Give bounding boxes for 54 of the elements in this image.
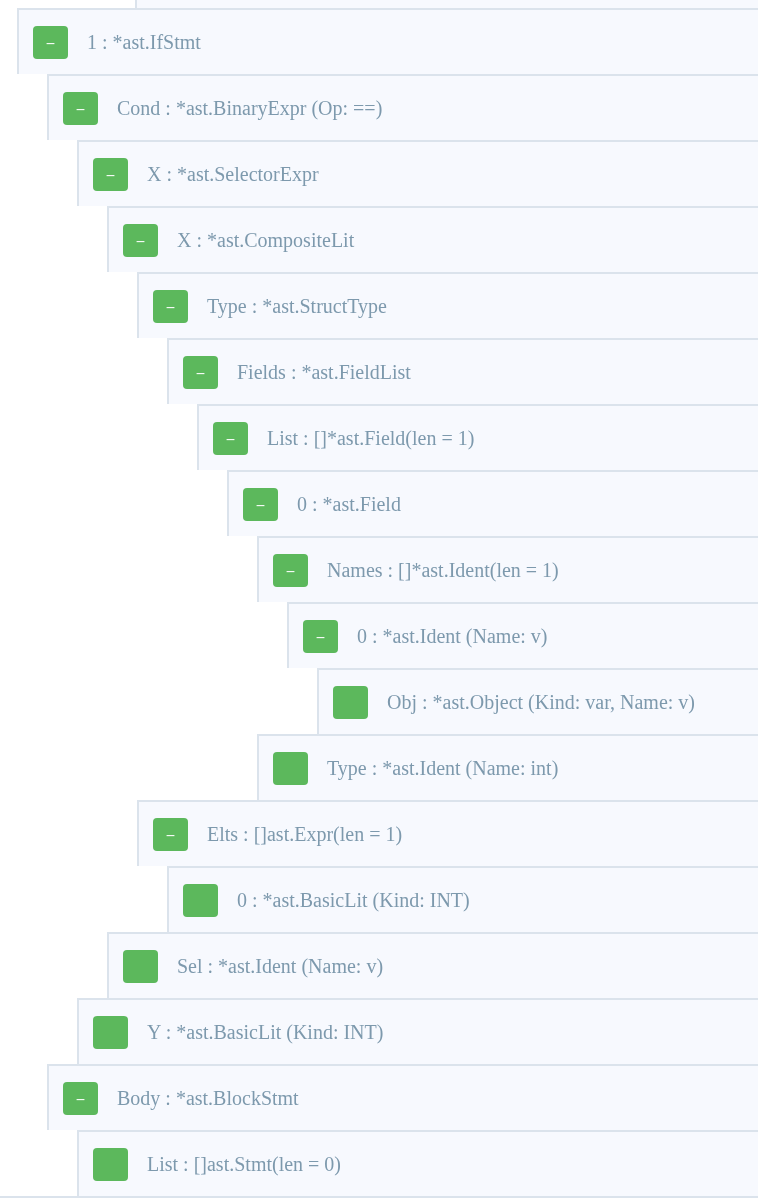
collapse-toggle[interactable]: – bbox=[93, 157, 128, 191]
leaf-marker[interactable] bbox=[273, 751, 308, 785]
tree-row[interactable]: – X : *ast.CompositeLit bbox=[107, 206, 758, 272]
tree-row[interactable]: Y : *ast.BasicLit (Kind: INT) bbox=[77, 998, 758, 1064]
node-label: List : []ast.Stmt(len = 0) bbox=[147, 1152, 342, 1178]
collapse-toggle[interactable]: – bbox=[123, 223, 158, 257]
tree-row[interactable]: – Elts : []ast.Expr(len = 1) bbox=[137, 800, 758, 866]
tree-row[interactable]: – 1 : *ast.IfStmt bbox=[17, 8, 758, 74]
node-label: 1 : *ast.IfStmt bbox=[87, 30, 201, 55]
tree-row[interactable]: – Cond : *ast.BinaryExpr (Op: ==) bbox=[47, 74, 758, 140]
tree-row[interactable]: – X : *ast.SelectorExpr bbox=[77, 140, 758, 206]
node-label: Names : []*ast.Ident(len = 1) bbox=[327, 558, 559, 584]
collapse-toggle[interactable]: – bbox=[213, 421, 248, 455]
node-label: Y : *ast.BasicLit (Kind: INT) bbox=[147, 1020, 384, 1046]
leaf-marker[interactable] bbox=[333, 685, 368, 719]
tree-row[interactable]: – Type : *ast.StructType bbox=[137, 272, 758, 338]
collapse-toggle[interactable]: – bbox=[153, 289, 188, 323]
node-label: 0 : *ast.BasicLit (Kind: INT) bbox=[237, 888, 470, 914]
collapse-toggle[interactable]: – bbox=[243, 487, 278, 521]
node-label: List : []*ast.Field(len = 1) bbox=[267, 426, 475, 452]
tree-row[interactable]: – Names : []*ast.Ident(len = 1) bbox=[257, 536, 758, 602]
node-label: Cond : *ast.BinaryExpr (Op: ==) bbox=[117, 96, 383, 122]
node-label: 0 : *ast.Ident (Name: v) bbox=[357, 624, 548, 650]
tree-row[interactable]: – 0 : *ast.Field bbox=[227, 470, 758, 536]
collapse-toggle[interactable]: – bbox=[63, 91, 98, 125]
leaf-marker[interactable] bbox=[123, 949, 158, 983]
collapse-toggle[interactable]: – bbox=[183, 355, 218, 389]
node-label: Type : *ast.Ident (Name: int) bbox=[327, 756, 559, 782]
tree-row[interactable]: List : []ast.Stmt(len = 0) bbox=[77, 1130, 758, 1196]
node-label: Elts : []ast.Expr(len = 1) bbox=[207, 822, 403, 848]
tree-row[interactable]: 0 : *ast.BasicLit (Kind: INT) bbox=[167, 866, 758, 932]
node-label: X : *ast.CompositeLit bbox=[177, 228, 355, 254]
tree-row[interactable]: Type : *ast.Ident (Name: int) bbox=[257, 734, 758, 800]
node-label: Body : *ast.BlockStmt bbox=[117, 1086, 299, 1112]
collapse-toggle[interactable]: – bbox=[153, 817, 188, 851]
leaf-marker[interactable] bbox=[93, 1147, 128, 1181]
node-label: 0 : *ast.Field bbox=[297, 492, 401, 517]
node-label: Type : *ast.StructType bbox=[207, 294, 387, 320]
node-label: Obj : *ast.Object (Kind: var, Name: v) bbox=[387, 690, 695, 716]
tree-row[interactable]: – Body : *ast.BlockStmt bbox=[47, 1064, 758, 1130]
node-label: Sel : *ast.Ident (Name: v) bbox=[177, 954, 384, 980]
node-label: Fields : *ast.FieldList bbox=[237, 360, 411, 385]
collapse-toggle[interactable]: – bbox=[63, 1081, 98, 1115]
leaf-marker[interactable] bbox=[183, 883, 218, 917]
node-label: X : *ast.SelectorExpr bbox=[147, 162, 319, 188]
leaf-marker[interactable] bbox=[93, 1015, 128, 1049]
tree-row[interactable]: – List : []*ast.Field(len = 1) bbox=[197, 404, 758, 470]
collapse-toggle[interactable]: – bbox=[33, 25, 68, 59]
tree-row[interactable]: Obj : *ast.Object (Kind: var, Name: v) bbox=[317, 668, 758, 734]
collapse-toggle[interactable]: – bbox=[273, 553, 308, 587]
collapse-toggle[interactable]: – bbox=[303, 619, 338, 653]
tree-row[interactable]: Sel : *ast.Ident (Name: v) bbox=[107, 932, 758, 998]
tree-row[interactable]: – Fields : *ast.FieldList bbox=[167, 338, 758, 404]
tree-row[interactable]: – 0 : *ast.Ident (Name: v) bbox=[287, 602, 758, 668]
